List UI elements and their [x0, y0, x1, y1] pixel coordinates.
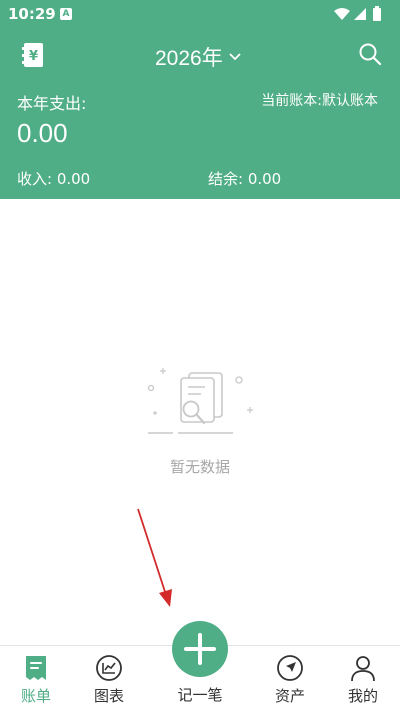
income-label: 收入: 0.00	[17, 170, 91, 188]
battery-icon	[373, 8, 381, 21]
nav-item-bill[interactable]: 账单	[1, 646, 71, 710]
empty-state-text: 暂无数据	[169, 458, 230, 476]
search-icon[interactable]	[358, 42, 382, 66]
status-bar: 10:29 A	[0, 0, 400, 28]
year-text: 2026年	[155, 47, 223, 70]
nav-label-mine: 我的	[347, 687, 378, 705]
current-book-label[interactable]: 当前账本:默认账本	[261, 90, 378, 110]
bill-icon	[26, 656, 46, 680]
nav-label-assets: 资产	[274, 687, 305, 705]
status-icons	[334, 6, 381, 21]
chart-icon	[96, 655, 122, 681]
wifi-icon	[334, 8, 350, 20]
status-time: 10:29	[8, 5, 56, 23]
compass-icon	[277, 655, 303, 681]
add-record-label[interactable]: 记一笔	[160, 684, 240, 705]
add-record-button[interactable]	[172, 621, 228, 677]
expense-amount: 0.00	[17, 118, 68, 148]
nav-item-chart[interactable]: 图表	[74, 646, 144, 710]
person-icon	[351, 656, 375, 682]
svg-text:¥: ¥	[29, 49, 38, 64]
year-selector[interactable]: 2026年	[155, 42, 241, 72]
nav-item-mine[interactable]: 我的	[328, 646, 398, 710]
nav-item-assets[interactable]: 资产	[255, 646, 325, 710]
plus-icon	[184, 633, 216, 665]
nav-label-chart: 图表	[93, 687, 124, 705]
empty-data-illustration	[147, 368, 253, 434]
balance-label: 结余: 0.00	[208, 170, 282, 188]
chevron-down-icon	[229, 53, 241, 61]
notification-icon: A	[60, 8, 72, 20]
year-expense-label: 本年支出:	[17, 94, 87, 113]
ledger-book-icon[interactable]: ¥	[22, 42, 44, 68]
signal-icon	[354, 8, 366, 20]
annotation-arrow	[137, 508, 172, 607]
nav-label-bill: 账单	[20, 687, 51, 705]
header: ¥ 2026年 本年支出: 当前账本:默认账本 0.00 收入: 0.00 结余…	[0, 28, 400, 199]
